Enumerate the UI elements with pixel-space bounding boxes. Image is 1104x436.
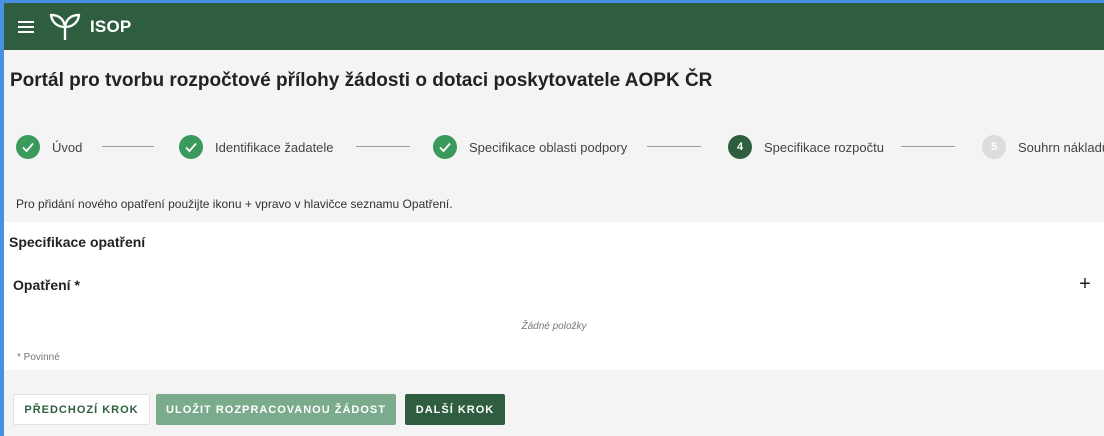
check-icon (433, 135, 457, 159)
page-title: Portál pro tvorbu rozpočtové přílohy žád… (10, 70, 713, 91)
stepper-connector (901, 146, 955, 147)
step-specifikace-oblasti-podpory[interactable]: Specifikace oblasti podpory (433, 132, 627, 162)
hamburger-menu-icon[interactable] (18, 20, 34, 33)
step-label: Specifikace oblasti podpory (469, 139, 628, 155)
add-measure-button[interactable]: + (1075, 274, 1095, 294)
stepper-connector (647, 146, 701, 147)
step-uvod[interactable]: Úvod (16, 132, 82, 162)
measures-panel: Specifikace opatření Opatření * + Žádné … (4, 222, 1104, 370)
step-identifikace-zadatele[interactable]: Identifikace žadatele (179, 132, 334, 162)
app-bar: ISOP (4, 3, 1104, 50)
stepper-connector (356, 146, 410, 147)
step-specifikace-rozpoctu[interactable]: 4 Specifikace rozpočtu (728, 132, 884, 162)
save-draft-button[interactable]: ULOŽIT ROZPRACOVANOU ŽÁDOST (156, 394, 396, 425)
required-note: * Povinné (17, 352, 60, 363)
check-icon (16, 135, 40, 159)
stepper-connector (102, 146, 154, 147)
step-number: 5 (982, 135, 1006, 159)
stepper: Úvod Identifikace žadatele Specifikace o… (16, 132, 1104, 162)
measures-list-title: Opatření * (13, 277, 80, 293)
action-bar: PŘEDCHOZÍ KROK ULOŽIT ROZPRACOVANOU ŽÁDO… (4, 370, 1104, 436)
sprout-logo-icon (49, 13, 81, 40)
step-number: 4 (728, 135, 752, 159)
step-label: Úvod (52, 139, 83, 155)
step-label: Identifikace žadatele (215, 139, 334, 155)
hint-text: Pro přidání nového opatření použijte iko… (16, 197, 453, 211)
page-header: Portál pro tvorbu rozpočtové přílohy žád… (4, 50, 1104, 222)
step-label: Specifikace rozpočtu (764, 139, 884, 155)
empty-list-text: Žádné položky (521, 321, 587, 332)
check-icon (179, 135, 203, 159)
step-souhrn-nakladu[interactable]: 5 Souhrn nákladů (982, 132, 1104, 162)
step-label: Souhrn nákladů (1018, 139, 1104, 155)
previous-step-button[interactable]: PŘEDCHOZÍ KROK (13, 394, 150, 425)
app-name: ISOP (90, 16, 132, 36)
next-step-button[interactable]: DALŠÍ KROK (405, 394, 505, 425)
section-title: Specifikace opatření (9, 234, 146, 250)
